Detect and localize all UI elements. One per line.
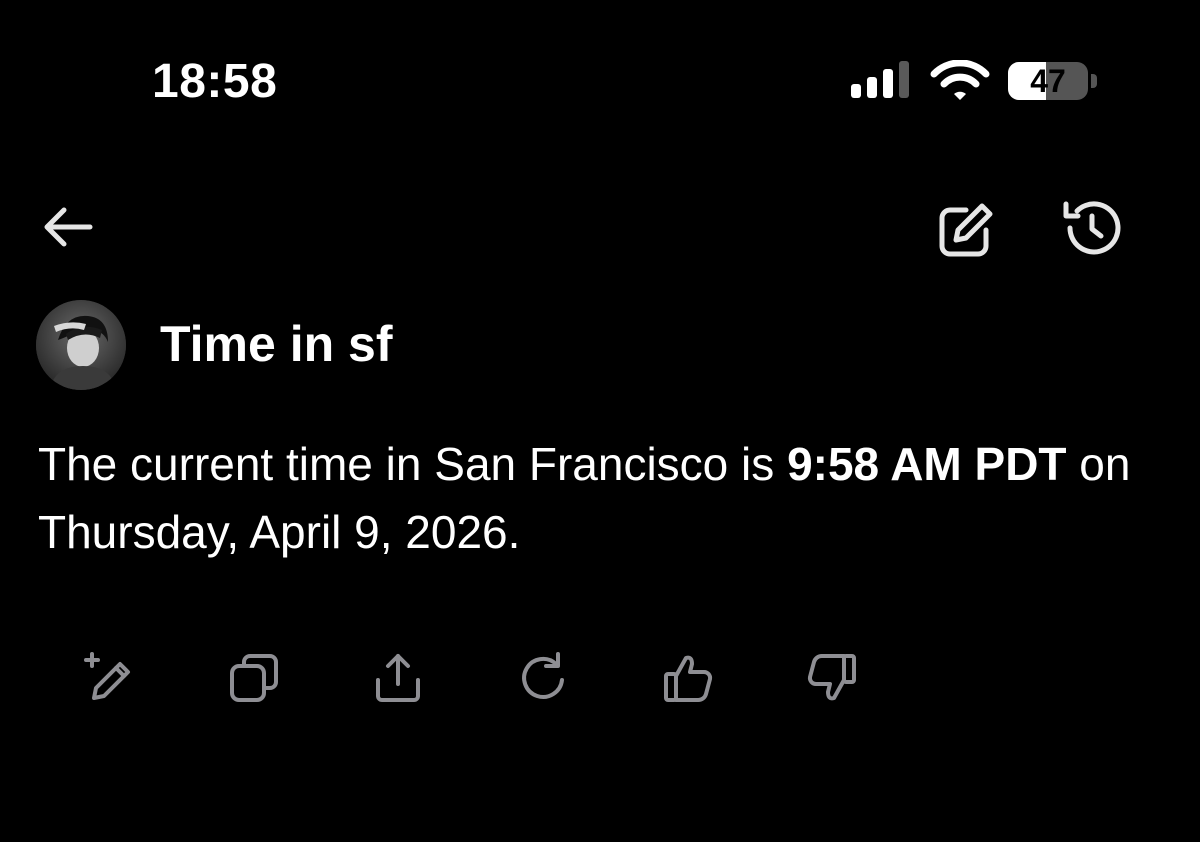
battery-body: 47: [1008, 62, 1088, 100]
assistant-message: The current time in San Francisco is 9:5…: [38, 430, 1178, 566]
wifi-icon: [930, 60, 990, 100]
chat-title: Time in sf: [160, 316, 393, 372]
back-arrow-icon[interactable]: [40, 204, 94, 250]
battery-level: 47: [1030, 63, 1066, 99]
share-icon[interactable]: [370, 650, 426, 706]
thumbs-up-icon[interactable]: [660, 650, 716, 706]
avatar-image: [36, 300, 126, 390]
battery-tip: [1091, 74, 1097, 88]
history-icon[interactable]: [1060, 198, 1124, 258]
status-bar-time: 18:58: [152, 55, 278, 108]
avatar[interactable]: [36, 300, 126, 390]
thumbs-down-icon[interactable]: [804, 650, 860, 706]
signal-icon: [851, 61, 909, 98]
message-intro: The current time in San Francisco is: [38, 438, 788, 490]
message-time: 9:58 AM PDT: [787, 438, 1067, 490]
battery-icon: 47: [1008, 62, 1098, 102]
regenerate-icon[interactable]: [516, 650, 572, 706]
new-chat-icon[interactable]: [936, 200, 996, 258]
copy-icon[interactable]: [226, 650, 282, 706]
edit-pencil-plus-icon[interactable]: [82, 650, 138, 706]
